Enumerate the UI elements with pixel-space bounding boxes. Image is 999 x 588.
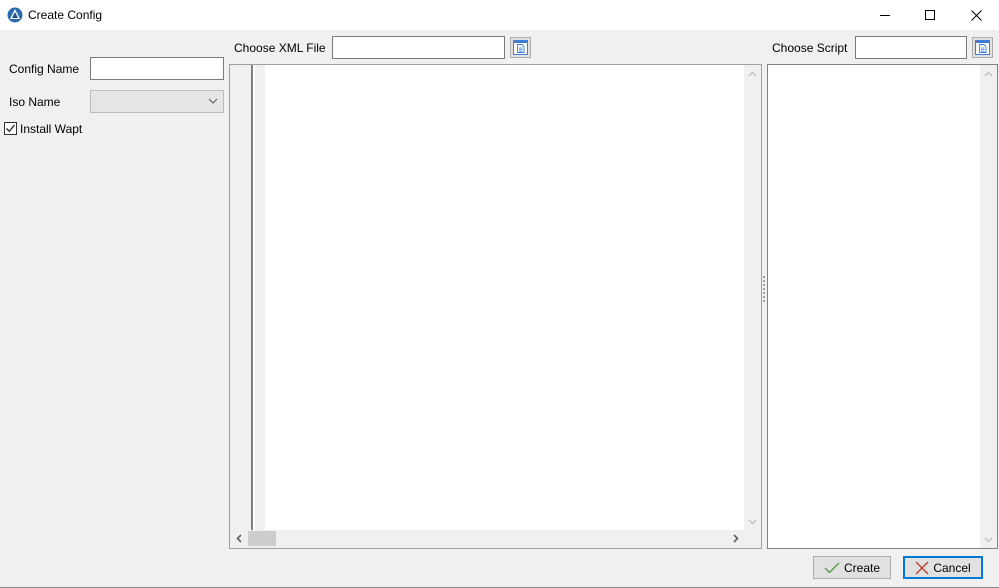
xml-vertical-scrollbar[interactable] [744,65,761,530]
line-number-gutter [230,65,253,530]
scroll-corner [744,530,761,548]
window-title: Create Config [28,8,103,22]
maximize-icon [925,10,935,20]
config-name-input[interactable] [90,57,224,80]
chevron-down-icon [748,519,757,524]
document-icon [513,40,528,55]
document-icon [975,40,990,55]
create-config-window: Create Config Config Name Iso Name Insta… [0,0,999,588]
script-editor-content[interactable] [770,65,980,548]
script-vertical-scrollbar[interactable] [980,65,997,548]
xml-horizontal-scrollbar[interactable] [230,530,744,548]
script-editor[interactable] [767,64,998,549]
horizontal-scroll-thumb[interactable] [248,531,276,546]
chevron-left-icon [235,534,242,543]
iso-name-dropdown[interactable] [90,90,224,113]
checkmark-icon [824,562,840,573]
checkmark-icon [6,124,16,133]
chevron-up-icon [748,71,757,76]
browse-script-button[interactable] [972,37,993,58]
splitter-grip[interactable] [763,276,766,304]
cancel-button-label: Cancel [933,560,971,575]
scroll-up-button[interactable] [744,65,761,82]
scroll-up-button[interactable] [980,65,997,82]
app-logo-icon [7,7,23,23]
browse-xml-button[interactable] [510,37,531,58]
xml-editor-content[interactable] [266,65,744,530]
scroll-down-button[interactable] [744,513,761,530]
chevron-down-icon [984,537,993,542]
maximize-button[interactable] [907,0,953,30]
create-button[interactable]: Create [813,556,891,579]
script-file-input[interactable] [855,36,967,59]
fold-margin [255,65,265,530]
xml-file-input[interactable] [332,36,505,59]
scroll-left-button[interactable] [230,530,247,547]
xml-editor[interactable] [229,64,762,549]
install-wapt-label: Install Wapt [20,122,83,136]
scroll-right-button[interactable] [727,530,744,547]
choose-script-label: Choose Script [772,41,848,55]
chevron-right-icon [732,534,739,543]
scroll-down-button[interactable] [980,531,997,548]
iso-name-label: Iso Name [9,95,61,109]
close-button[interactable] [953,0,999,30]
minimize-icon [880,15,890,16]
close-icon [970,9,982,21]
chevron-down-icon [208,98,218,104]
config-name-label: Config Name [9,62,80,76]
create-button-label: Create [843,560,881,575]
cancel-button[interactable]: Cancel [903,556,983,579]
minimize-button[interactable] [862,0,908,30]
chevron-up-icon [984,71,993,76]
title-bar: Create Config [0,0,999,30]
install-wapt-checkbox[interactable] [4,122,17,135]
choose-xml-label: Choose XML File [234,41,326,55]
cross-icon [915,561,929,574]
